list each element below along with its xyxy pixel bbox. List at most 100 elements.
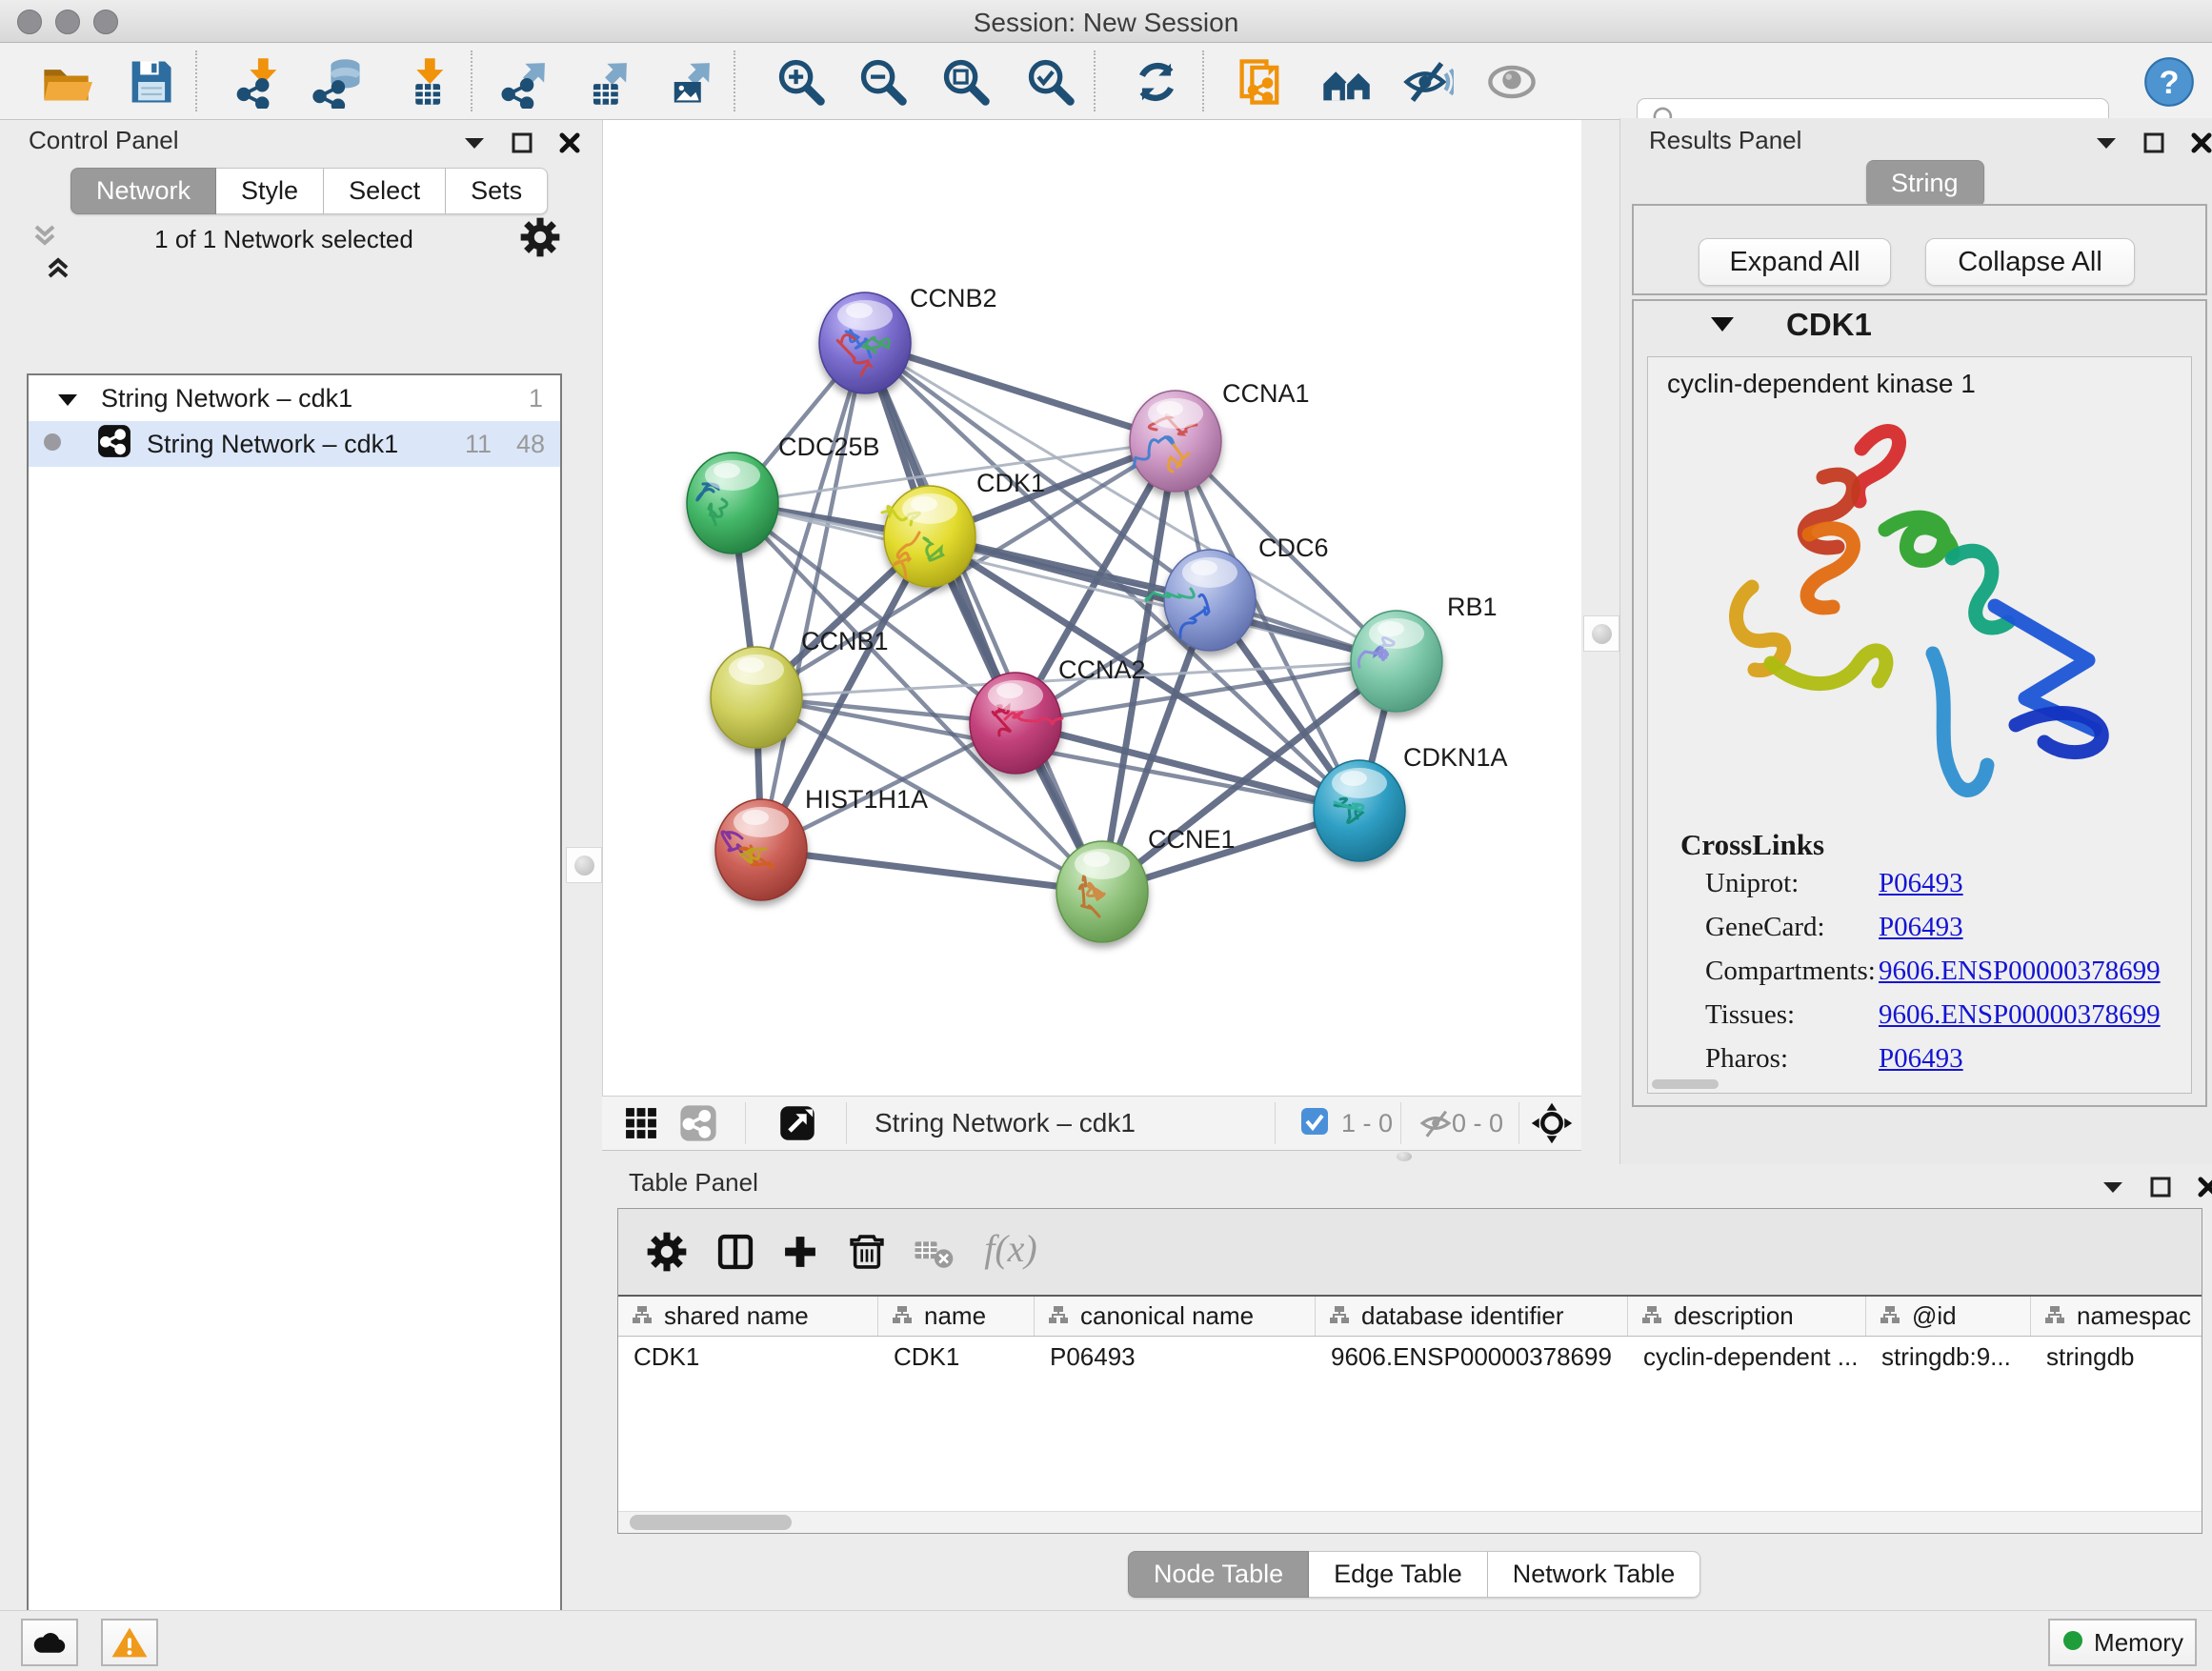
- tab-edge-table[interactable]: Edge Table: [1309, 1551, 1488, 1598]
- open-session-icon[interactable]: [38, 54, 93, 110]
- table-cell[interactable]: stringdb: [2031, 1342, 2202, 1372]
- column-header-namespac[interactable]: namespac: [2031, 1297, 2202, 1336]
- export-network-icon[interactable]: [498, 54, 553, 110]
- open-in-new-window-icon[interactable]: [770, 1096, 825, 1151]
- table-options-gear-icon[interactable]: [639, 1224, 694, 1279]
- zoom-fit-content-icon[interactable]: [938, 54, 994, 110]
- results-panel-close-icon[interactable]: [2190, 131, 2212, 159]
- column-header-database-identifier[interactable]: database identifier: [1316, 1297, 1628, 1336]
- network-node[interactable]: [1351, 611, 1442, 712]
- control-panel-menu-icon[interactable]: [463, 135, 486, 155]
- clone-network-icon[interactable]: [1233, 54, 1288, 110]
- zoom-out-icon[interactable]: [855, 54, 911, 110]
- tab-sets[interactable]: Sets: [446, 168, 548, 214]
- column-type-icon: [1880, 1301, 1900, 1331]
- zoom-selected-icon[interactable]: [1023, 54, 1078, 110]
- network-canvas[interactable]: CCNB2 CCNA1 CDC25B CDK1 CDC6 RB1 CCNB1: [602, 120, 1581, 1096]
- network-edge[interactable]: [761, 850, 1102, 892]
- collapse-all-button[interactable]: Collapse All: [1925, 238, 2135, 286]
- control-panel-float-icon[interactable]: [511, 131, 533, 159]
- column-header-canonical-name[interactable]: canonical name: [1035, 1297, 1316, 1336]
- table-cell[interactable]: P06493: [1035, 1342, 1316, 1372]
- fit-selected-crosshair-icon[interactable]: [1524, 1096, 1579, 1151]
- network-node[interactable]: [1130, 391, 1221, 492]
- crosslink-link[interactable]: P06493: [1879, 868, 1963, 899]
- import-network-file-icon[interactable]: [231, 54, 287, 110]
- table-panel-close-icon[interactable]: [2197, 1176, 2212, 1203]
- table-cell[interactable]: cyclin-dependent ...: [1628, 1342, 1866, 1372]
- results-scrollbar-thumb[interactable]: [1652, 1079, 1719, 1089]
- control-panel-close-icon[interactable]: [558, 131, 581, 159]
- tab-select[interactable]: Select: [324, 168, 446, 214]
- grid-view-icon[interactable]: [613, 1096, 669, 1151]
- selected-checkbox[interactable]: [1297, 1097, 1332, 1145]
- expand-all-button[interactable]: Expand All: [1699, 238, 1891, 286]
- show-all-icon[interactable]: [1484, 54, 1539, 110]
- tab-network-table[interactable]: Network Table: [1488, 1551, 1701, 1598]
- toolbar-separator: [1094, 50, 1096, 111]
- apply-preferred-layout-icon[interactable]: [1129, 54, 1184, 110]
- results-panel-menu-icon[interactable]: [2095, 135, 2118, 155]
- network-state-dot-icon: [42, 430, 63, 459]
- column-header-description[interactable]: description: [1628, 1297, 1866, 1336]
- network-node[interactable]: [1314, 760, 1405, 861]
- network-badge-icon[interactable]: [671, 1096, 726, 1151]
- export-table-icon[interactable]: [580, 54, 635, 110]
- results-panel-float-icon[interactable]: [2142, 131, 2165, 159]
- table-horizontal-scrollbar[interactable]: [618, 1511, 2202, 1533]
- tab-node-table[interactable]: Node Table: [1128, 1551, 1309, 1598]
- delete-column-icon[interactable]: [839, 1224, 895, 1279]
- table-row[interactable]: CDK1CDK1P064939606.ENSP00000378699cyclin…: [618, 1337, 2202, 1377]
- crosslink-link[interactable]: P06493: [1879, 1043, 1963, 1075]
- network-overview-icon[interactable]: [1318, 54, 1374, 110]
- horizontal-splitter-handle[interactable]: [1388, 1150, 1420, 1163]
- network-row[interactable]: String Network – cdk1 11 48: [29, 421, 560, 467]
- table-cell[interactable]: CDK1: [878, 1342, 1035, 1372]
- memory-button[interactable]: Memory: [2048, 1619, 2197, 1666]
- gene-collapse-arrow[interactable]: [1710, 316, 1735, 338]
- network-edge[interactable]: [865, 343, 1176, 441]
- table-cell[interactable]: stringdb:9...: [1866, 1342, 2031, 1372]
- results-buttons-box: Expand All Collapse All: [1632, 204, 2207, 295]
- column-header-name[interactable]: name: [878, 1297, 1035, 1336]
- table-cell[interactable]: CDK1: [618, 1342, 878, 1372]
- tab-string[interactable]: String: [1866, 160, 1984, 207]
- add-column-icon[interactable]: [773, 1224, 828, 1279]
- gene-description: cyclin-dependent kinase 1: [1667, 369, 1976, 399]
- title-bar: Session: New Session: [0, 0, 2212, 43]
- table-panel-float-icon[interactable]: [2149, 1176, 2172, 1203]
- table-panel-menu-icon[interactable]: [2101, 1179, 2124, 1199]
- network-node[interactable]: [819, 292, 911, 393]
- help-icon[interactable]: ?: [2142, 54, 2197, 110]
- collection-expand-arrow[interactable]: [57, 384, 78, 413]
- import-network-database-icon[interactable]: [312, 54, 367, 110]
- hide-selected-icon[interactable]: [1399, 54, 1455, 110]
- tab-style[interactable]: Style: [216, 168, 324, 214]
- network-node[interactable]: [715, 799, 807, 900]
- table-cell[interactable]: 9606.ENSP00000378699: [1316, 1342, 1628, 1372]
- export-image-icon[interactable]: [663, 54, 718, 110]
- expand-all-icon[interactable]: [44, 271, 72, 287]
- network-collection-row[interactable]: String Network – cdk1 1: [29, 375, 560, 421]
- column-header-shared-name[interactable]: shared name: [618, 1297, 878, 1336]
- table-scrollbar-thumb[interactable]: [630, 1515, 792, 1530]
- crosslink-link[interactable]: P06493: [1879, 912, 1963, 943]
- tab-network[interactable]: Network: [70, 168, 216, 214]
- cloud-button[interactable]: [21, 1619, 78, 1666]
- network-node[interactable]: [687, 453, 778, 554]
- crosslink-link[interactable]: 9606.ENSP00000378699: [1879, 999, 2161, 1031]
- network-node[interactable]: [970, 673, 1062, 774]
- network-node[interactable]: [711, 647, 802, 748]
- right-splitter-handle[interactable]: [1583, 615, 1619, 652]
- show-columns-icon[interactable]: [708, 1224, 763, 1279]
- zoom-in-icon[interactable]: [774, 54, 829, 110]
- collection-count: 1: [529, 384, 543, 413]
- warnings-button[interactable]: [101, 1619, 158, 1666]
- network-node[interactable]: [1056, 841, 1148, 942]
- network-options-gear-icon[interactable]: [518, 215, 562, 264]
- column-header--id[interactable]: @id: [1866, 1297, 2031, 1336]
- left-splitter-handle[interactable]: [566, 847, 602, 883]
- save-session-icon[interactable]: [123, 54, 178, 110]
- crosslink-link[interactable]: 9606.ENSP00000378699: [1879, 956, 2161, 987]
- import-table-file-icon[interactable]: [398, 54, 453, 110]
